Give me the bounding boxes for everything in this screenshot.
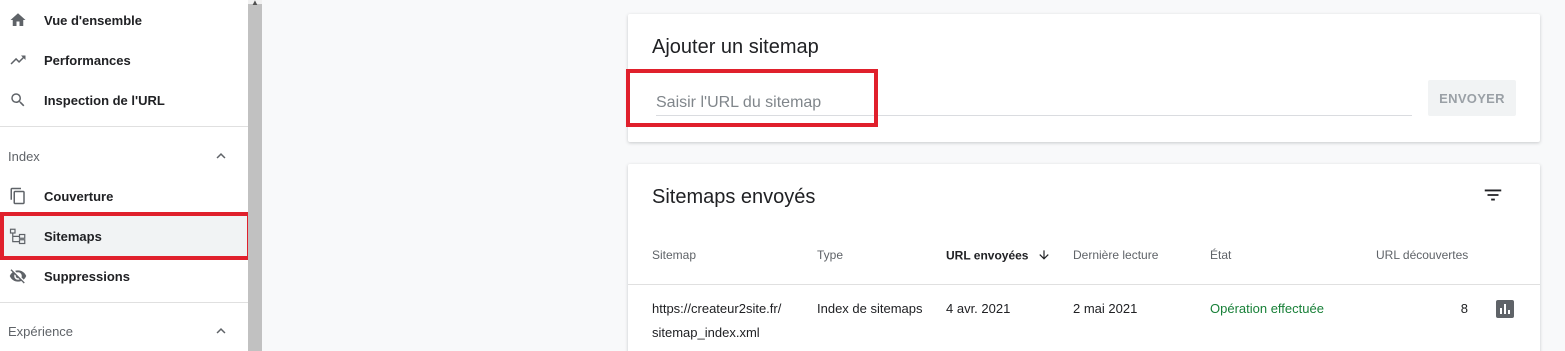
scroll-up-arrow-icon[interactable]: ▲: [251, 0, 259, 7]
column-header-submitted[interactable]: URL envoyées: [946, 248, 1051, 265]
section-header-experience[interactable]: Expérience: [0, 311, 248, 351]
home-icon: [8, 10, 28, 30]
arrow-down-icon: [1037, 248, 1051, 265]
sidebar-item-performance[interactable]: Performances: [0, 40, 248, 80]
sidebar-divider: [0, 126, 248, 127]
column-header-last-read[interactable]: Dernière lecture: [1073, 248, 1158, 262]
card-title: Ajouter un sitemap: [652, 36, 819, 58]
cell-last-read: 2 mai 2021: [1073, 301, 1138, 316]
sidebar-item-label: Inspection de l'URL: [44, 92, 165, 108]
sidebar-item-coverage[interactable]: Couverture: [0, 176, 248, 216]
search-icon: [8, 90, 28, 110]
card-title: Sitemaps envoyés: [652, 186, 816, 208]
filter-icon[interactable]: [1482, 184, 1504, 206]
copy-pages-icon: [8, 186, 28, 206]
sidebar-item-removals[interactable]: Suppressions: [0, 256, 248, 296]
section-label: Expérience: [8, 323, 74, 339]
sitemaps-highlight-box: [0, 212, 251, 260]
scrollbar-thumb[interactable]: [248, 4, 262, 351]
eye-off-icon: [8, 266, 28, 286]
section-header-index[interactable]: Index: [0, 136, 248, 176]
chevron-up-icon: [212, 147, 230, 165]
row-divider: [628, 284, 1540, 285]
sidebar-nav: Vue d'ensemble Performances Inspection d…: [0, 0, 251, 351]
sidebar-item-label: Suppressions: [44, 268, 130, 284]
sidebar-item-label: Vue d'ensemble: [44, 12, 142, 28]
url-input-highlight-box: [626, 69, 878, 127]
column-header-label: URL envoyées: [946, 248, 1029, 263]
sidebar-divider: [0, 302, 248, 303]
bar-chart-icon[interactable]: [1496, 300, 1514, 318]
sidebar-item-overview[interactable]: Vue d'ensemble: [0, 0, 248, 40]
cell-sitemap-url[interactable]: https://createur2site.fr/: [652, 301, 781, 316]
sidebar-scrollbar[interactable]: ▲: [248, 0, 262, 351]
column-header-sitemap[interactable]: Sitemap: [652, 248, 696, 262]
cell-type: Index de sitemaps: [817, 301, 923, 316]
sidebar-item-label: Couverture: [44, 188, 114, 204]
sidebar-item-label: Performances: [44, 52, 131, 68]
section-label: Index: [8, 148, 40, 164]
column-header-type[interactable]: Type: [817, 248, 843, 262]
submitted-sitemaps-card: Sitemaps envoyés Sitemap Type URL envoyé…: [628, 164, 1540, 351]
cell-status: Opération effectuée: [1210, 301, 1324, 316]
trending-up-icon: [8, 50, 28, 70]
sidebar-item-url-inspection[interactable]: Inspection de l'URL: [0, 80, 248, 120]
add-sitemap-card: Ajouter un sitemap ENVOYER: [626, 14, 1540, 142]
cell-sitemap-url-cont[interactable]: sitemap_index.xml: [652, 325, 760, 340]
cell-submitted-date: 4 avr. 2021: [946, 301, 1011, 316]
column-header-status[interactable]: État: [1210, 248, 1231, 262]
cell-discovered: 8: [1460, 301, 1468, 316]
column-header-discovered[interactable]: URL découvertes: [1376, 248, 1468, 262]
submit-button[interactable]: ENVOYER: [1428, 80, 1516, 116]
chevron-up-icon: [212, 322, 230, 340]
